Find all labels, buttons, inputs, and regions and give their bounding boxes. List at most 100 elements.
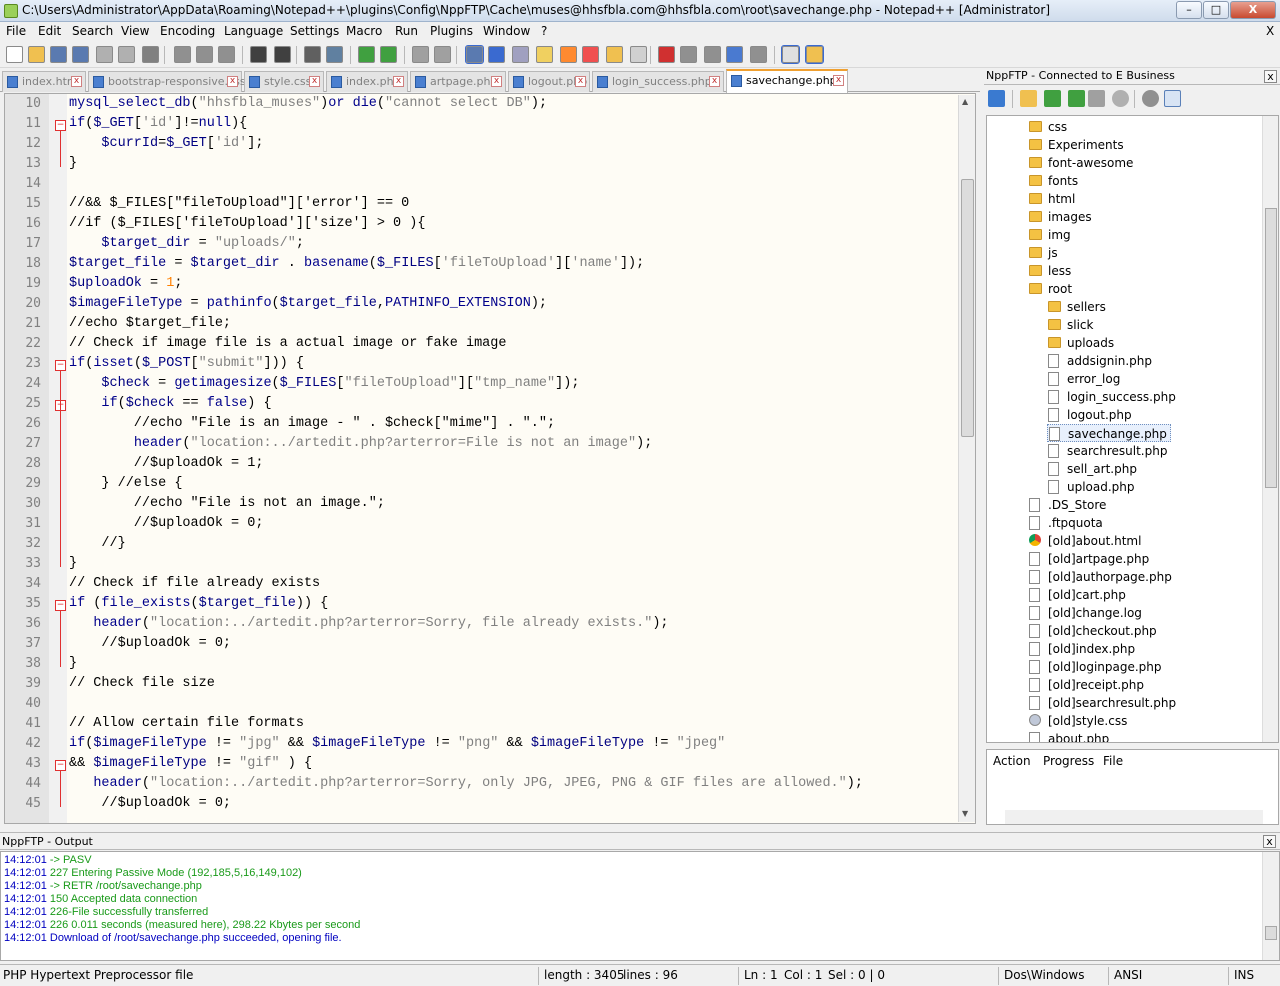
maximize-button[interactable]: □ — [1203, 1, 1229, 19]
queue-horizontal-scrollbar[interactable] — [1005, 810, 1263, 824]
tree-file[interactable]: sell_art.php — [1047, 460, 1140, 478]
scroll-up-arrow-icon[interactable]: ▲ — [962, 97, 968, 106]
tab-close-icon[interactable]: x — [575, 76, 586, 87]
message-window-icon[interactable] — [1164, 90, 1181, 107]
queue-header-action[interactable]: Action — [993, 754, 1031, 768]
tab-login_success-php[interactable]: login_success.php x — [592, 71, 724, 92]
tab-close-icon[interactable]: x — [393, 76, 404, 87]
settings-gear-icon[interactable] — [1142, 90, 1159, 107]
udl-icon[interactable] — [536, 46, 553, 63]
tree-file[interactable]: .DS_Store — [1028, 496, 1109, 514]
tree-folder[interactable]: font-awesome — [1028, 154, 1136, 172]
tree-file[interactable]: about.php — [1028, 730, 1112, 742]
download-icon[interactable] — [1044, 90, 1061, 107]
sync-v-icon[interactable] — [412, 46, 429, 63]
tree-folder[interactable]: slick — [1047, 316, 1096, 334]
tab-index-php[interactable]: index.php x — [326, 71, 408, 92]
fold-collapse-icon[interactable]: − — [55, 120, 66, 131]
tree-folder[interactable]: css — [1028, 118, 1070, 136]
close-window-button[interactable]: X — [1230, 1, 1276, 19]
tree-folder[interactable]: Experiments — [1028, 136, 1127, 154]
tree-file[interactable]: [old]artpage.php — [1028, 550, 1152, 568]
tree-file[interactable]: addsignin.php — [1047, 352, 1155, 370]
menu-search[interactable]: Search — [72, 24, 113, 38]
close-icon[interactable] — [96, 46, 113, 63]
tab-savechange-php[interactable]: savechange.php x — [726, 69, 848, 93]
monitor-icon[interactable] — [630, 46, 647, 63]
tree-scrollbar-thumb[interactable] — [1265, 208, 1277, 488]
show-all-chars-icon[interactable] — [488, 46, 505, 63]
open-file-icon[interactable] — [28, 46, 45, 63]
indent-guide-icon[interactable] — [512, 46, 529, 63]
tree-vertical-scrollbar[interactable] — [1262, 116, 1278, 742]
tab-index-html[interactable]: index.html x — [2, 71, 86, 92]
tab-close-icon[interactable]: x — [833, 75, 844, 86]
tree-folder[interactable]: sellers — [1047, 298, 1109, 316]
tree-folder[interactable]: images — [1028, 208, 1095, 226]
tree-file[interactable]: error_log — [1047, 370, 1123, 388]
menu-run[interactable]: Run — [395, 24, 418, 38]
zoom-out-icon[interactable] — [380, 46, 397, 63]
refresh-icon[interactable] — [1088, 90, 1105, 107]
folder-workspace-icon[interactable] — [606, 46, 623, 63]
tree-file[interactable]: [old]authorpage.php — [1028, 568, 1175, 586]
function-list-icon[interactable] — [582, 46, 599, 63]
menu-language[interactable]: Language — [224, 24, 283, 38]
upload-icon[interactable] — [1068, 90, 1085, 107]
tab-artpage-php[interactable]: artpage.php x — [410, 71, 506, 92]
tab-close-icon[interactable]: x — [227, 76, 238, 87]
tab-close-icon[interactable]: x — [491, 76, 502, 87]
menu-close-document[interactable]: X — [1266, 24, 1274, 38]
cut-icon[interactable] — [174, 46, 191, 63]
tab-close-icon[interactable]: x — [709, 76, 720, 87]
close-all-icon[interactable] — [118, 46, 135, 63]
save-icon[interactable] — [50, 46, 67, 63]
tree-file[interactable]: [old]about.html — [1028, 532, 1144, 550]
connect-icon[interactable] — [988, 90, 1005, 107]
save-macro-icon[interactable] — [750, 46, 767, 63]
scrollbar-thumb[interactable] — [961, 179, 974, 437]
tab-style-css[interactable]: style.css x — [244, 71, 324, 92]
menu-file[interactable]: File — [6, 24, 26, 38]
tree-file[interactable]: searchresult.php — [1047, 442, 1170, 460]
word-wrap-icon[interactable] — [465, 45, 484, 64]
queue-header-file[interactable]: File — [1103, 754, 1123, 768]
minimize-button[interactable]: – — [1176, 1, 1202, 19]
output-vertical-scrollbar[interactable] — [1262, 852, 1279, 960]
fold-collapse-icon[interactable]: − — [55, 360, 66, 371]
open-directory-icon[interactable] — [1020, 90, 1037, 107]
tab-close-icon[interactable]: x — [71, 76, 82, 87]
stop-record-icon[interactable] — [680, 46, 697, 63]
find-icon[interactable] — [304, 46, 321, 63]
ftp-file-tree[interactable]: css Experiments font-awesome fonts html image… — [986, 115, 1279, 743]
menu-plugins[interactable]: Plugins — [430, 24, 473, 38]
tree-file[interactable]: [old]change.log — [1028, 604, 1145, 622]
fold-margin[interactable] — [49, 94, 67, 823]
doc-map-icon[interactable] — [560, 46, 577, 63]
nppftp-close-button[interactable]: x — [1264, 70, 1277, 83]
paste-icon[interactable] — [218, 46, 235, 63]
tree-file[interactable]: login_success.php — [1047, 388, 1179, 406]
status-insert-mode[interactable]: INS — [1234, 968, 1254, 982]
editor-vertical-scrollbar[interactable]: ▲ ▼ — [958, 95, 975, 822]
tree-file[interactable]: upload.php — [1047, 478, 1138, 496]
tree-file[interactable]: [old]receipt.php — [1028, 676, 1147, 694]
tree-file[interactable]: [old]checkout.php — [1028, 622, 1160, 640]
sync-h-icon[interactable] — [434, 46, 451, 63]
print-icon[interactable] — [142, 46, 159, 63]
play-macro-icon[interactable] — [704, 46, 721, 63]
fold-collapse-icon[interactable]: − — [55, 760, 66, 771]
tree-file[interactable]: savechange.php — [1047, 424, 1171, 442]
copy-icon[interactable] — [196, 46, 213, 63]
abort-icon[interactable] — [1112, 90, 1129, 107]
tree-file[interactable]: .ftpquota — [1028, 514, 1106, 532]
save-all-icon[interactable] — [72, 46, 89, 63]
tab-logout-php[interactable]: logout.php x — [508, 71, 590, 92]
run-macro-multiple-icon[interactable] — [726, 46, 743, 63]
output-scrollbar-thumb[interactable] — [1265, 926, 1277, 940]
redo-icon[interactable] — [274, 46, 291, 63]
menu-view[interactable]: View — [121, 24, 149, 38]
scroll-down-arrow-icon[interactable]: ▼ — [962, 809, 968, 818]
new-file-icon[interactable] — [6, 46, 23, 63]
menu-macro[interactable]: Macro — [346, 24, 382, 38]
